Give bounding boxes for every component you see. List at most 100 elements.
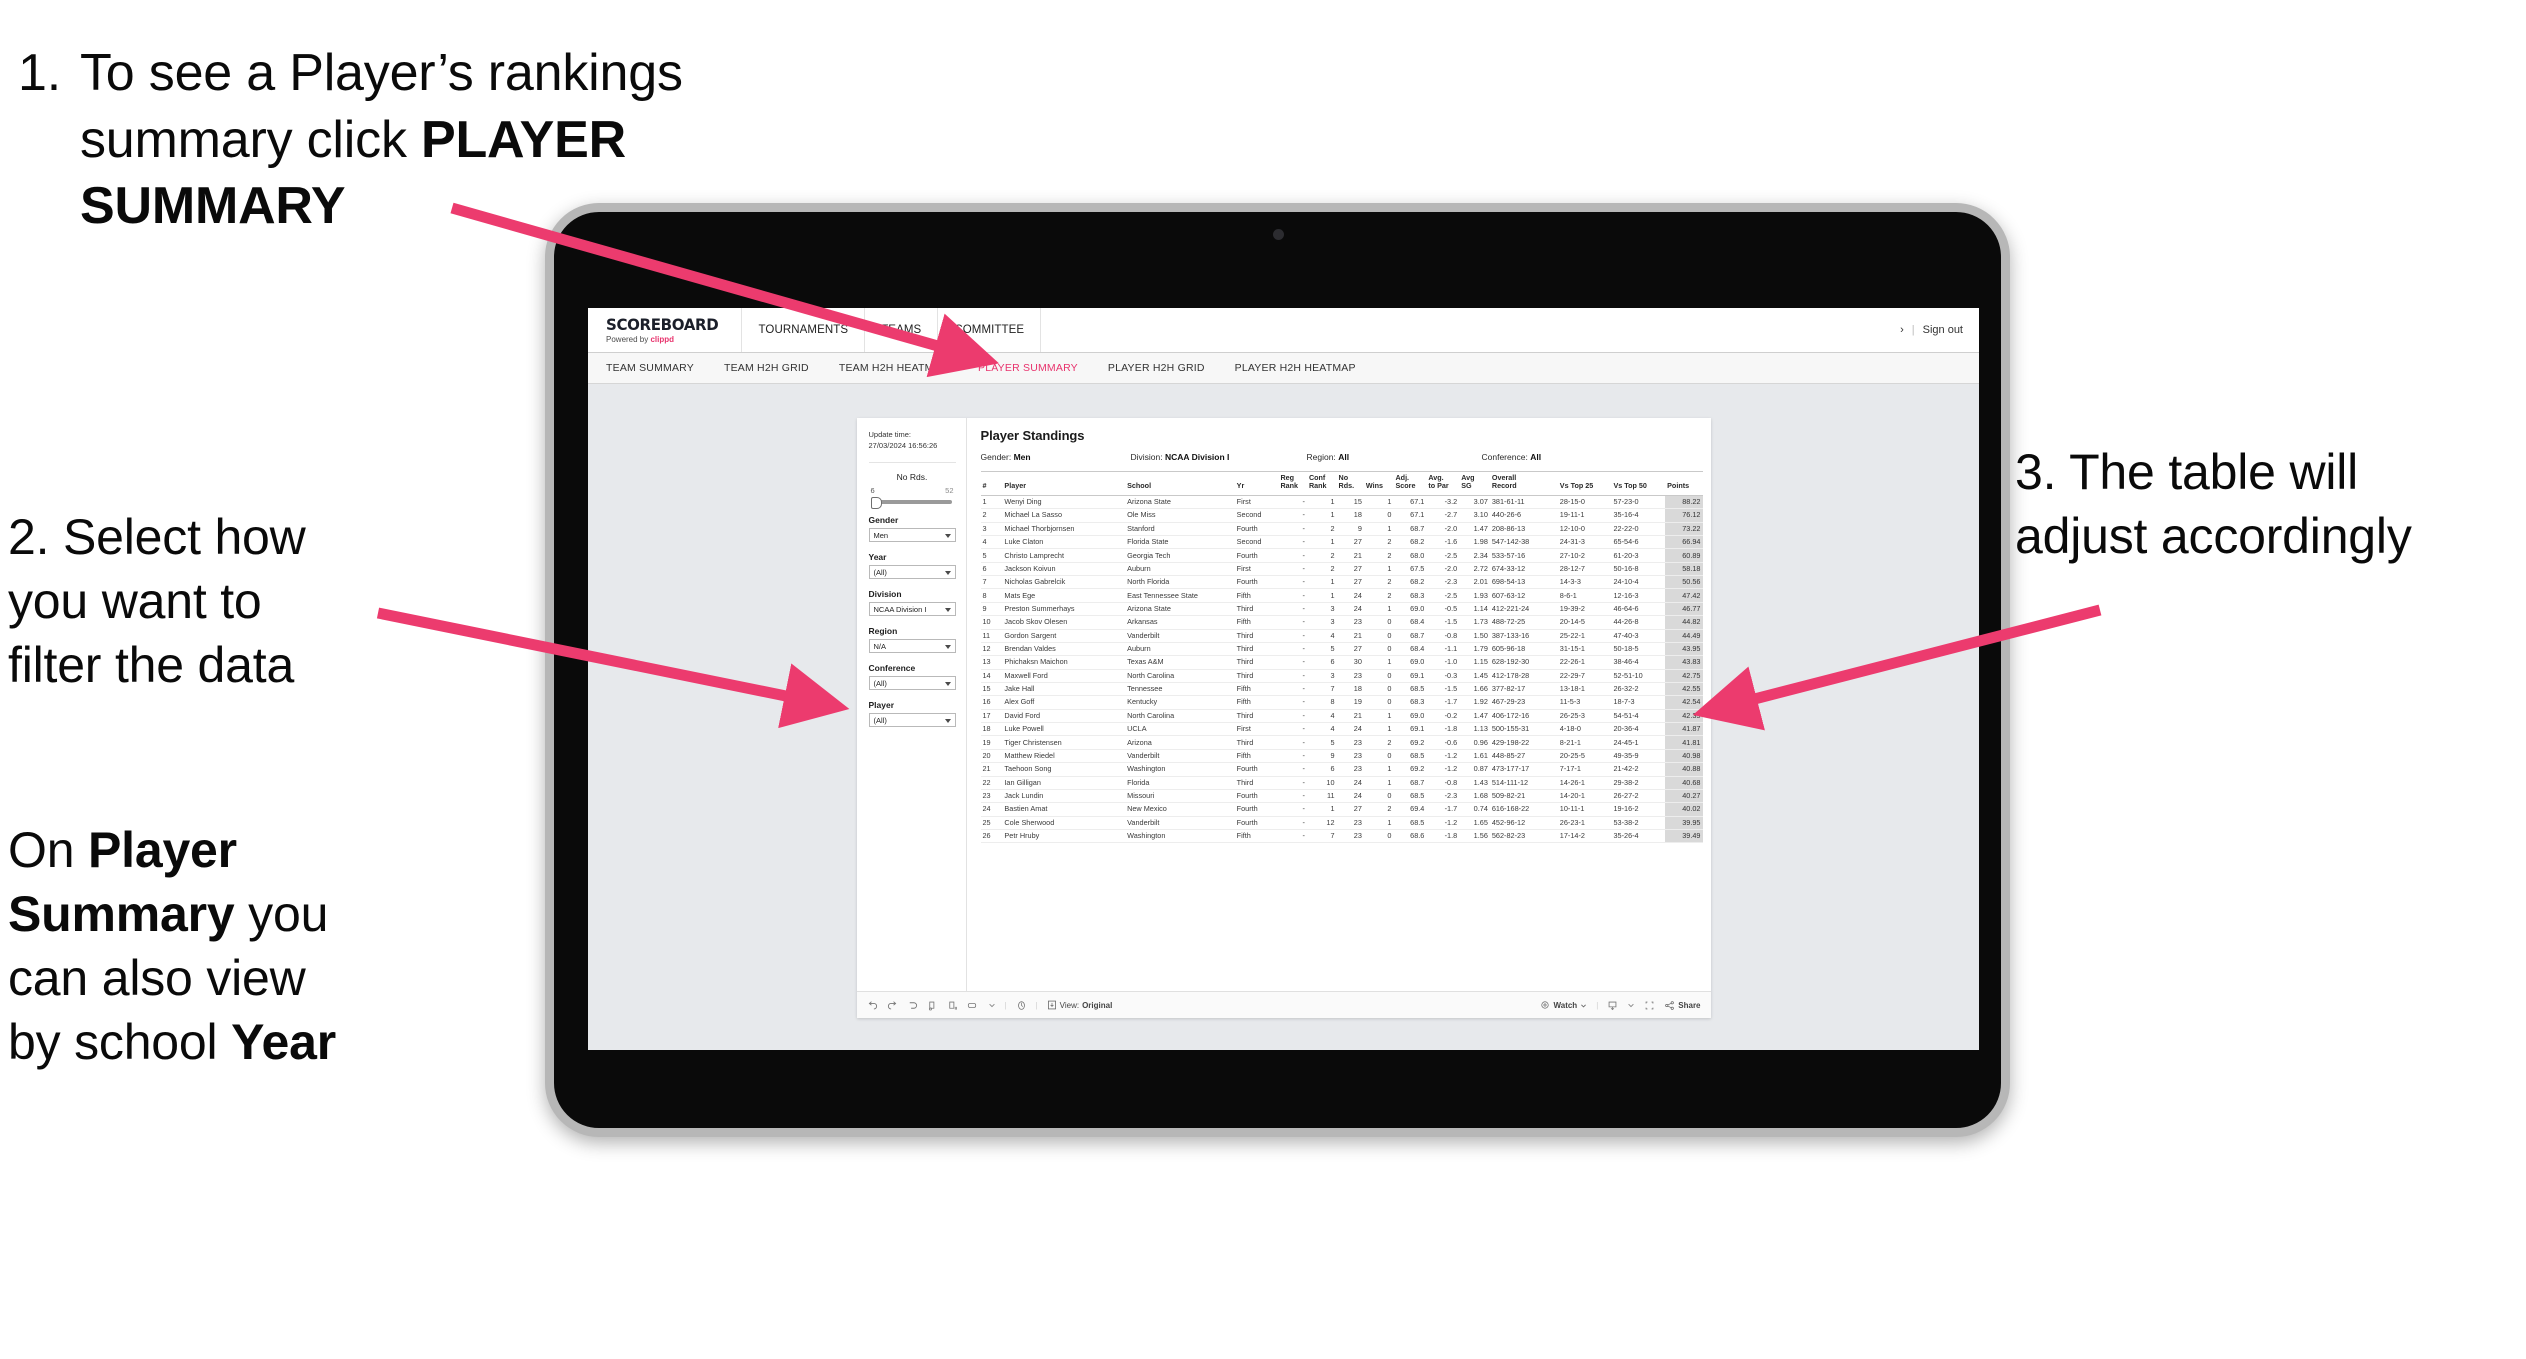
filter-value-division: NCAA Division I: [873, 604, 927, 614]
cell-conf: 4: [1306, 709, 1337, 724]
table-row[interactable]: 13 Phichaksn Maichon Texas A&M Third -6 30 1 69…: [980, 655, 1703, 670]
table-row[interactable]: 19 Tiger Christensen Arizona Third -5 23 2 69.2…: [980, 735, 1703, 750]
filter-select-region[interactable]: N/A: [868, 638, 956, 653]
column-header-player[interactable]: Player: [1002, 471, 1126, 496]
cell-wins: 1: [1363, 562, 1394, 577]
download-icon[interactable]: [1607, 1000, 1618, 1011]
column-header-adj[interactable]: Adj. Score: [1393, 471, 1427, 496]
topnav-item-committee[interactable]: COMMITTEE: [938, 308, 1042, 352]
filter-label-gender: Gender: [868, 514, 899, 525]
pause-auto-update-icon[interactable]: [947, 1000, 958, 1011]
column-header-t25[interactable]: Vs Top 25: [1557, 471, 1612, 496]
column-header-reg[interactable]: Reg Rank: [1278, 471, 1307, 496]
cell-nords: 21: [1336, 709, 1364, 724]
column-header-school[interactable]: School: [1125, 471, 1235, 496]
chevron-down-icon-2[interactable]: [1627, 1001, 1635, 1009]
subnav-item-team-summary[interactable]: TEAM SUMMARY: [606, 362, 694, 374]
table-row[interactable]: 12 Brendan Valdes Auburn Third -5 27 0 68.4 -1.1…: [980, 642, 1703, 657]
table-row[interactable]: 14 Maxwell Ford North Carolina Third -3 23 0 69…: [980, 669, 1703, 684]
view-original-button[interactable]: View: Original: [1047, 1000, 1112, 1010]
subnav-item-player-h2h-grid[interactable]: PLAYER H2H GRID: [1108, 362, 1205, 374]
device-preview-icon[interactable]: [967, 1000, 979, 1011]
table-row[interactable]: 7 Nicholas Gabrelcik North Florida Fourth -1…: [980, 575, 1703, 590]
table-row[interactable]: 15 Jake Hall Tennessee Fifth -7 18 0 68.5 -1.5 1.…: [980, 682, 1703, 697]
table-row[interactable]: 22 Ian Gilligan Florida Third -10 24 1 68.7 -0.8…: [980, 776, 1703, 790]
view-icon: [1047, 1000, 1056, 1010]
table-row[interactable]: 11 Gordon Sargent Vanderbilt Third -4 21 0 68.7…: [980, 629, 1703, 643]
column-header-atp[interactable]: Avg. to Par: [1426, 471, 1460, 496]
cell-sg: 1.14: [1459, 602, 1490, 617]
cell-rank: 12: [980, 642, 1003, 657]
cell-rank: 7: [980, 575, 1003, 590]
table-row[interactable]: 2 Michael La Sasso Ole Miss Second -1 18 0 67.1…: [980, 508, 1703, 523]
sign-out-link[interactable]: Sign out: [1923, 324, 1963, 336]
refresh-icon[interactable]: [927, 1000, 938, 1011]
watch-button[interactable]: Watch: [1540, 1000, 1587, 1010]
table-row[interactable]: 26 Petr Hruby Washington Fifth -7 23 0 68.6 -1.8…: [980, 829, 1703, 844]
summary-region: Region: All: [1307, 452, 1482, 462]
column-header-t50[interactable]: Vs Top 50: [1611, 471, 1666, 496]
column-header-pts[interactable]: Points: [1665, 471, 1703, 496]
table-row[interactable]: 20 Matthew Riedel Vanderbilt Fifth -9 23 0 68.5…: [980, 749, 1703, 764]
table-row[interactable]: 8 Mats Ege East Tennessee State Fifth -1 24 2 6…: [980, 588, 1703, 603]
redo-icon[interactable]: [887, 1000, 898, 1011]
undo-icon[interactable]: [867, 1000, 878, 1011]
column-header-sg[interactable]: Avg SG: [1459, 471, 1490, 496]
column-header-wins[interactable]: Wins: [1363, 471, 1394, 496]
annotation-step-2: 2. Select how you want to filter the dat…: [8, 505, 408, 697]
column-header-conf[interactable]: Conf Rank: [1306, 471, 1337, 496]
no-rounds-slider[interactable]: No Rds. 6 52: [869, 472, 956, 509]
topnav-item-teams[interactable]: TEAMS: [865, 308, 939, 352]
table-row[interactable]: 25 Cole Sherwood Vanderbilt Fourth -12 23 1 68.…: [980, 816, 1703, 830]
chevron-down-icon: [944, 570, 951, 575]
cell-reg: -: [1278, 495, 1307, 510]
no-rounds-slider-track[interactable]: [870, 496, 952, 509]
fullscreen-icon[interactable]: [1644, 1000, 1655, 1011]
filter-select-year[interactable]: (All): [868, 564, 956, 579]
table-row[interactable]: 6 Jackson Koivun Auburn First -2 27 1 67.5 -2.0 2…: [980, 562, 1703, 577]
subnav-item-player-h2h-heatmap[interactable]: PLAYER H2H HEATMAP: [1235, 362, 1356, 374]
cell-yr: Second: [1234, 508, 1279, 523]
table-row[interactable]: 1 Wenyi Ding Arizona State First -1 15 1 67.1 -3…: [980, 495, 1703, 510]
top-navigation: TOURNAMENTS TEAMS COMMITTEE: [742, 308, 1042, 352]
column-header-yr[interactable]: Yr: [1234, 471, 1279, 496]
filter-select-division[interactable]: NCAA Division I: [868, 601, 956, 616]
no-rounds-slider-thumb[interactable]: [870, 496, 882, 509]
column-header-nords[interactable]: No Rds.: [1336, 471, 1364, 496]
filter-select-player[interactable]: (All): [868, 712, 956, 727]
column-header-rank[interactable]: #: [980, 471, 1003, 496]
cell-yr: Third: [1234, 776, 1279, 790]
cell-sg: 0.87: [1459, 762, 1490, 777]
subnav-item-team-h2h-grid[interactable]: TEAM H2H GRID: [724, 362, 809, 374]
table-row[interactable]: 17 David Ford North Carolina Third -4 21 1 69.0…: [980, 709, 1703, 724]
brand-logo[interactable]: SCOREBOARD Powered by clippd: [588, 308, 743, 352]
table-row[interactable]: 21 Taehoon Song Washington Fourth -6 23 1 69.2-…: [980, 762, 1703, 777]
filter-select-conference[interactable]: (All): [868, 675, 956, 690]
pause-refresh-icon[interactable]: [1016, 1000, 1027, 1011]
topnav-item-tournaments[interactable]: TOURNAMENTS: [742, 308, 866, 352]
table-row[interactable]: 9 Preston Summerhays Arizona State Third -3 2…: [980, 602, 1703, 617]
cell-rec: 607-63-12: [1489, 588, 1558, 603]
table-row[interactable]: 18 Luke Powell UCLA First -4 24 1 69.1 -1.8 1.13 5…: [980, 722, 1703, 737]
user-menu-icon[interactable]: ›: [1900, 324, 1904, 336]
table-row[interactable]: 23 Jack Lundin Missouri Fourth -11 24 0 68.5 -2.…: [980, 789, 1703, 804]
table-row[interactable]: 10 Jacob Skov Olesen Arkansas Fifth -3 23 0 68.…: [980, 615, 1703, 630]
share-button[interactable]: Share: [1664, 1000, 1701, 1011]
subnav-item-player-summary[interactable]: PLAYER SUMMARY: [978, 362, 1078, 374]
revert-icon[interactable]: [907, 1000, 918, 1011]
cell-sg: 1.65: [1459, 816, 1490, 830]
cell-sg: 3.10: [1459, 508, 1490, 523]
table-row[interactable]: 5 Christo Lamprecht Georgia Tech Fourth -2 21…: [980, 548, 1703, 563]
subnav-item-team-h2h-heatmap[interactable]: TEAM H2H HEATMAP: [839, 362, 948, 374]
toolbar-separator-3: |: [1596, 1000, 1599, 1010]
column-header-rec[interactable]: Overall Record: [1489, 471, 1558, 496]
cell-wins: 2: [1363, 802, 1394, 817]
cell-wins: 2: [1363, 575, 1394, 590]
filter-select-gender[interactable]: Men: [868, 527, 956, 542]
table-row[interactable]: 24 Bastien Amat New Mexico Fourth -1 27 2 69.4-…: [980, 802, 1703, 817]
chevron-down-icon[interactable]: [988, 1001, 996, 1009]
table-row[interactable]: 4 Luke Claton Florida State Second -1 27 2 68.2…: [980, 535, 1703, 550]
table-row[interactable]: 3 Michael Thorbjornsen Stanford Fourth -2 9 1 6…: [980, 522, 1703, 537]
table-row[interactable]: 16 Alex Goff Kentucky Fifth -8 19 0 68.3 -1.7 1.9…: [980, 695, 1703, 710]
cell-conf: 1: [1306, 535, 1337, 550]
